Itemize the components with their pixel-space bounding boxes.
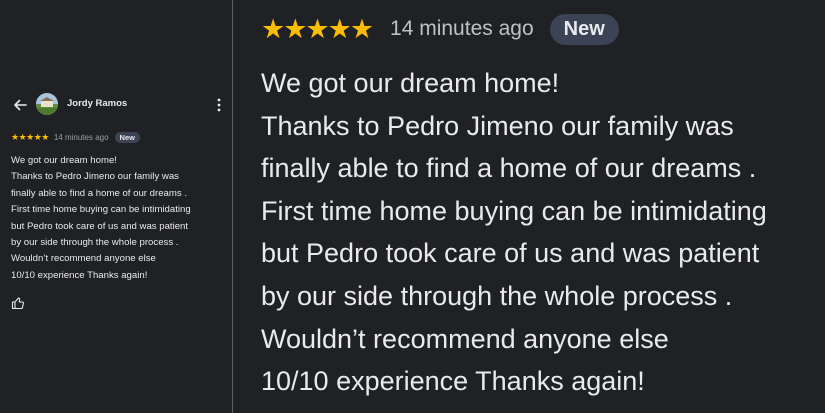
thumbs-up-icon[interactable]	[11, 296, 25, 310]
review-line: Thanks to Pedro Jimeno our family was	[261, 110, 734, 141]
arrow-back-icon[interactable]	[12, 97, 28, 113]
review-meta-large: ★★★★★ 14 minutes ago New	[261, 11, 619, 47]
review-card-small: Jordy Ramos ★★★★★ 14 minutes ago New We …	[0, 0, 232, 413]
new-badge: New	[114, 131, 140, 143]
review-line: Wouldn’t recommend anyone else	[11, 253, 156, 265]
star-rating: ★★★★★	[11, 131, 49, 142]
review-header: Jordy Ramos	[0, 88, 232, 122]
review-line: We got our dream home!	[11, 155, 117, 166]
review-line: but Pedro took care of us and was patien…	[11, 220, 189, 232]
review-line: 10/10 experience Thanks again!	[11, 269, 148, 281]
review-line: finally able to find a home of our dream…	[11, 187, 187, 199]
review-line: Wouldn’t recommend anyone else	[261, 323, 669, 354]
review-line: Thanks to Pedro Jimeno our family was	[11, 171, 179, 183]
new-badge-large: New	[549, 13, 619, 45]
review-card-large: ★★★★★ 14 minutes ago New We got our drea…	[233, 0, 825, 413]
review-line: 10/10 experience Thanks again!	[261, 366, 645, 397]
review-line: by our side through the whole process .	[261, 280, 733, 311]
review-line: finally able to find a home of our dream…	[261, 153, 757, 184]
review-line: First time home buying can be intimidati…	[261, 195, 767, 226]
review-time-large: 14 minutes ago	[390, 17, 534, 40]
more-vertical-icon[interactable]	[214, 97, 224, 113]
review-line: We got our dream home!	[261, 68, 560, 98]
review-text: We got our dream home! Thanks to Pedro J…	[11, 153, 226, 284]
review-line: but Pedro took care of us and was patien…	[261, 238, 760, 269]
review-time: 14 minutes ago	[53, 132, 109, 142]
star-rating-large: ★★★★★	[261, 13, 374, 44]
review-line: First time home buying can be intimidati…	[11, 204, 191, 216]
review-line: by our side through the whole process .	[11, 237, 179, 249]
review-meta: ★★★★★ 14 minutes ago New	[11, 130, 140, 144]
review-screen: Jordy Ramos ★★★★★ 14 minutes ago New We …	[0, 0, 825, 413]
review-text-large: We got our dream home! Thanks to Pedro J…	[261, 62, 821, 403]
author-name[interactable]: Jordy Ramos	[67, 98, 127, 109]
avatar[interactable]	[36, 93, 58, 115]
